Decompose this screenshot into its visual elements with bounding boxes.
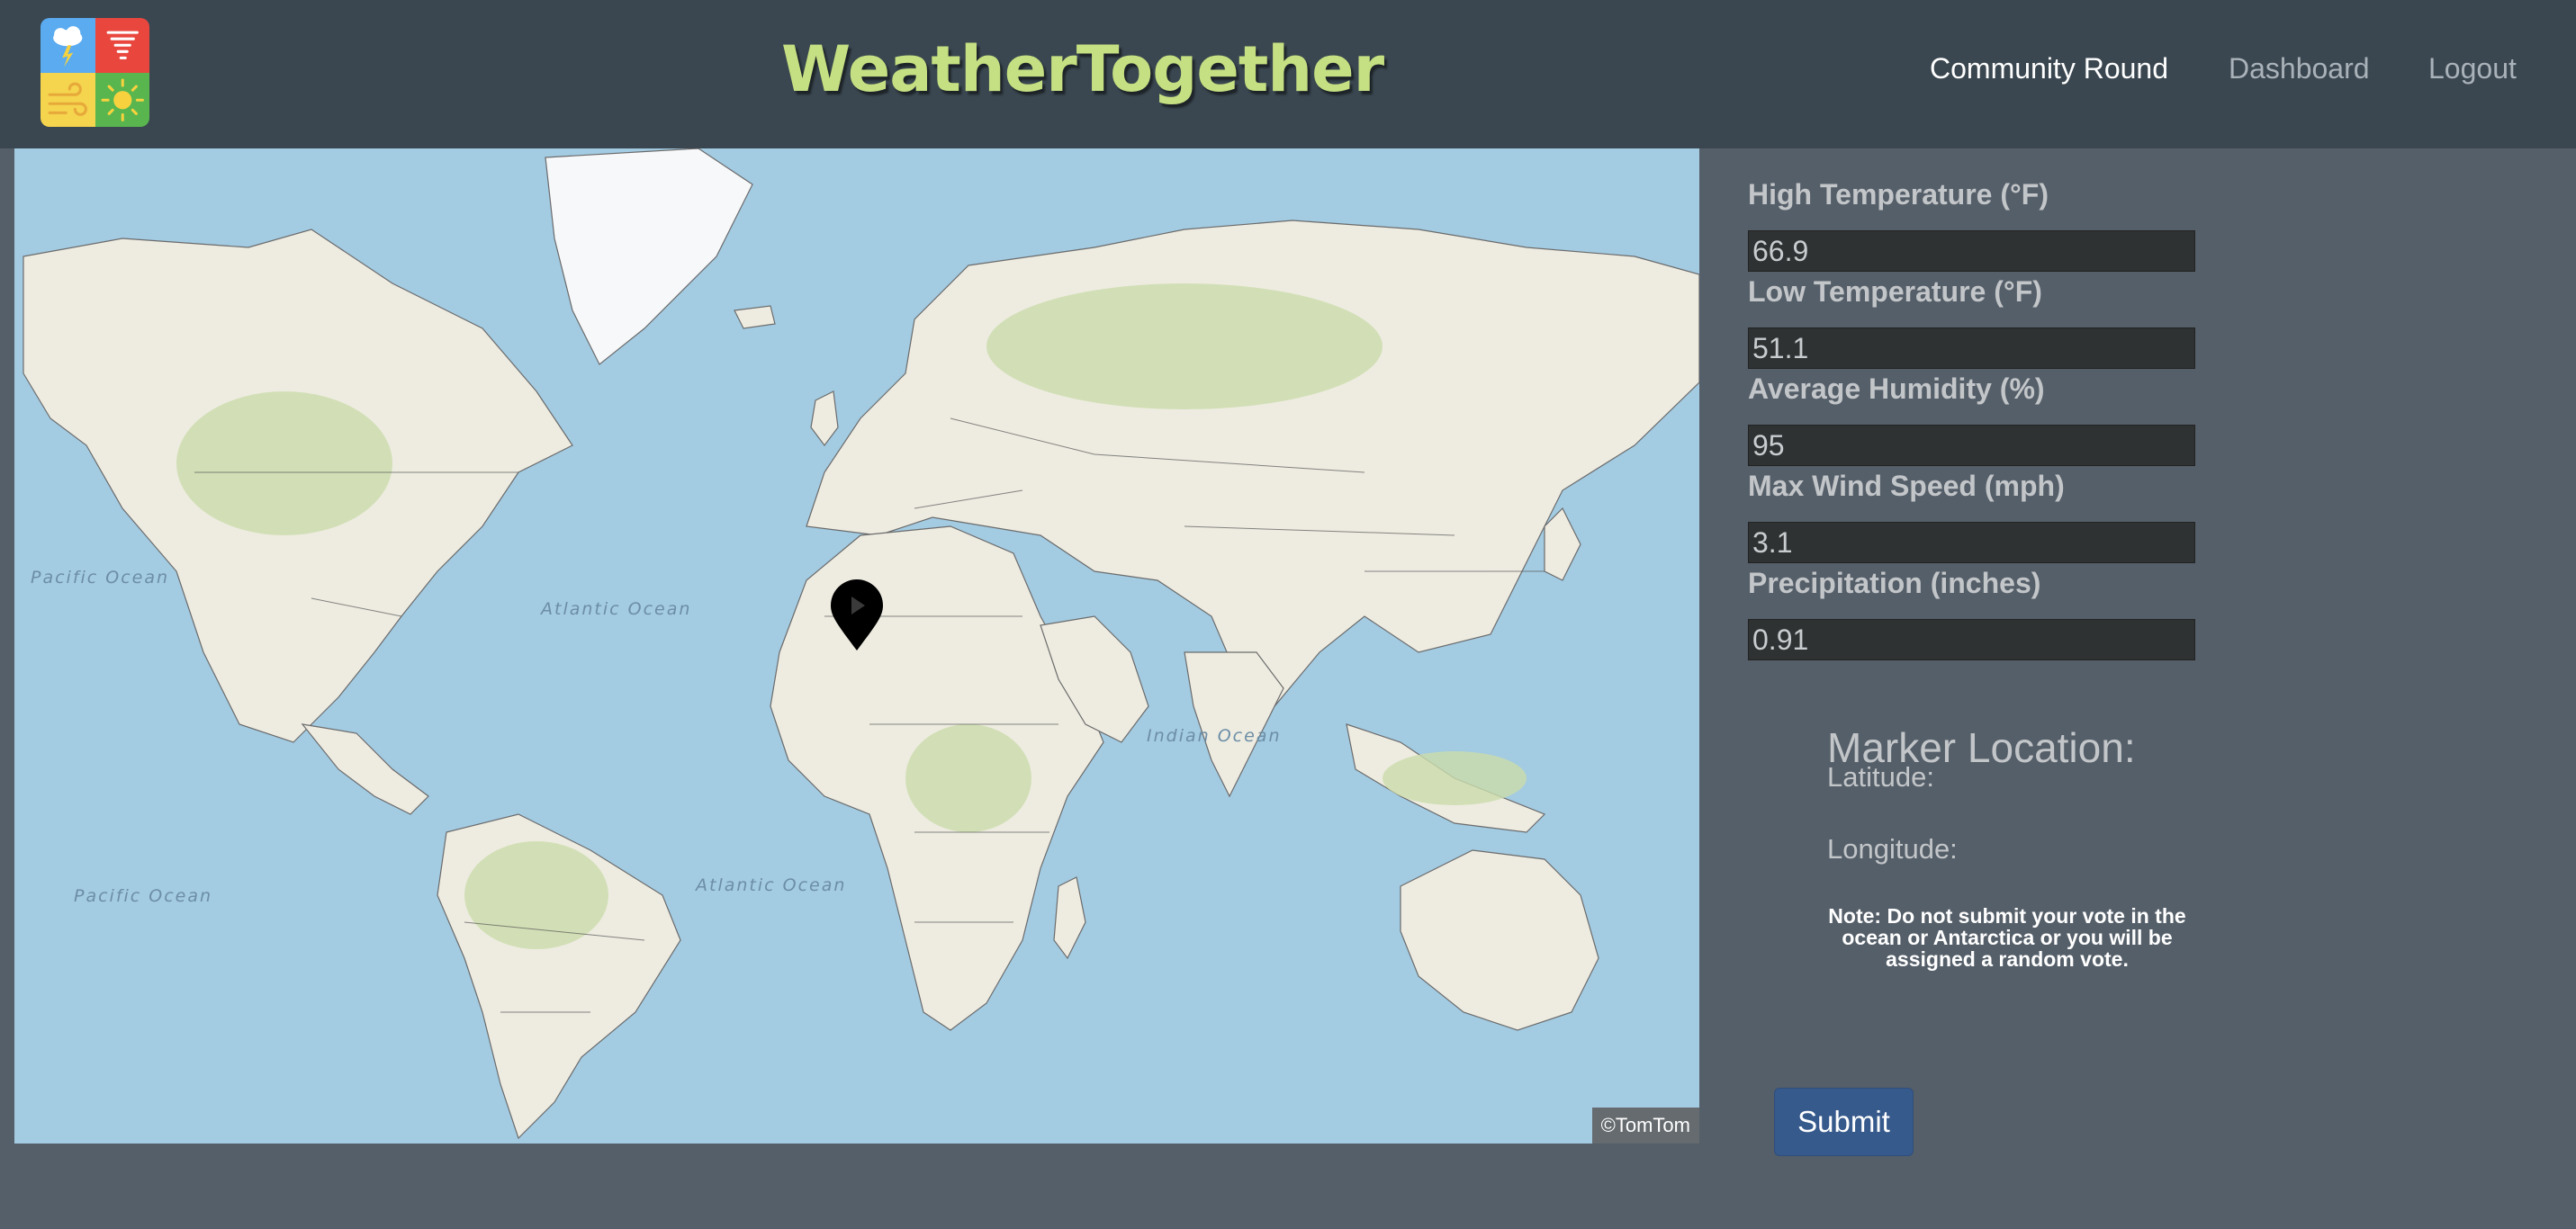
high-temp-label: High Temperature (°F) — [1748, 178, 2049, 211]
ocean-label: Pacific Ocean — [31, 568, 169, 588]
humidity-input[interactable] — [1748, 425, 2195, 466]
nav-logout[interactable]: Logout — [2428, 52, 2517, 85]
madagascar-land — [1053, 876, 1086, 960]
humidity-label: Average Humidity (%) — [1748, 372, 2045, 405]
japan-land — [1544, 507, 1581, 581]
longitude-label: Longitude: — [1827, 833, 1958, 865]
navbar: WeatherTogether Community Round Dashboar… — [0, 0, 2576, 148]
brand-title: WeatherTogether — [781, 32, 1384, 106]
iceland-land — [734, 305, 776, 329]
tornado-icon — [95, 18, 149, 73]
world-map[interactable]: Pacific Ocean Atlantic Ocean Indian Ocea… — [14, 148, 1699, 1144]
low-temp-label: Low Temperature (°F) — [1748, 275, 2042, 308]
central-america-land — [301, 723, 429, 815]
ocean-label: Pacific Ocean — [74, 886, 212, 906]
wind-speed-label: Max Wind Speed (mph) — [1748, 470, 2065, 502]
nav-dashboard[interactable]: Dashboard — [2229, 52, 2370, 85]
location-marker[interactable] — [829, 579, 885, 652]
submit-button[interactable]: Submit — [1774, 1088, 1914, 1156]
map-attribution[interactable]: ©TomTom — [1591, 1108, 1699, 1144]
ocean-warning-note: Note: Do not submit your vote in the oce… — [1828, 904, 2186, 971]
precipitation-label: Precipitation (inches) — [1748, 567, 2041, 599]
precipitation-input[interactable] — [1748, 619, 2195, 660]
high-temp-input[interactable] — [1748, 230, 2195, 272]
storm-icon — [41, 18, 95, 73]
wind-speed-input[interactable] — [1748, 522, 2195, 563]
nav-community-round[interactable]: Community Round — [1930, 52, 2168, 85]
australia-land — [1400, 849, 1599, 1031]
uk-land — [810, 390, 839, 446]
ocean-label: Atlantic Ocean — [539, 599, 691, 619]
ocean-label: Atlantic Ocean — [694, 875, 846, 895]
weather-logo[interactable] — [41, 18, 149, 127]
ocean-label: Indian Ocean — [1147, 726, 1282, 746]
low-temp-input[interactable] — [1748, 327, 2195, 369]
india-land — [1184, 651, 1284, 798]
sun-icon — [95, 72, 149, 127]
greenland-land — [545, 148, 753, 365]
wind-icon — [41, 72, 95, 127]
latitude-label: Latitude: — [1827, 761, 1934, 793]
